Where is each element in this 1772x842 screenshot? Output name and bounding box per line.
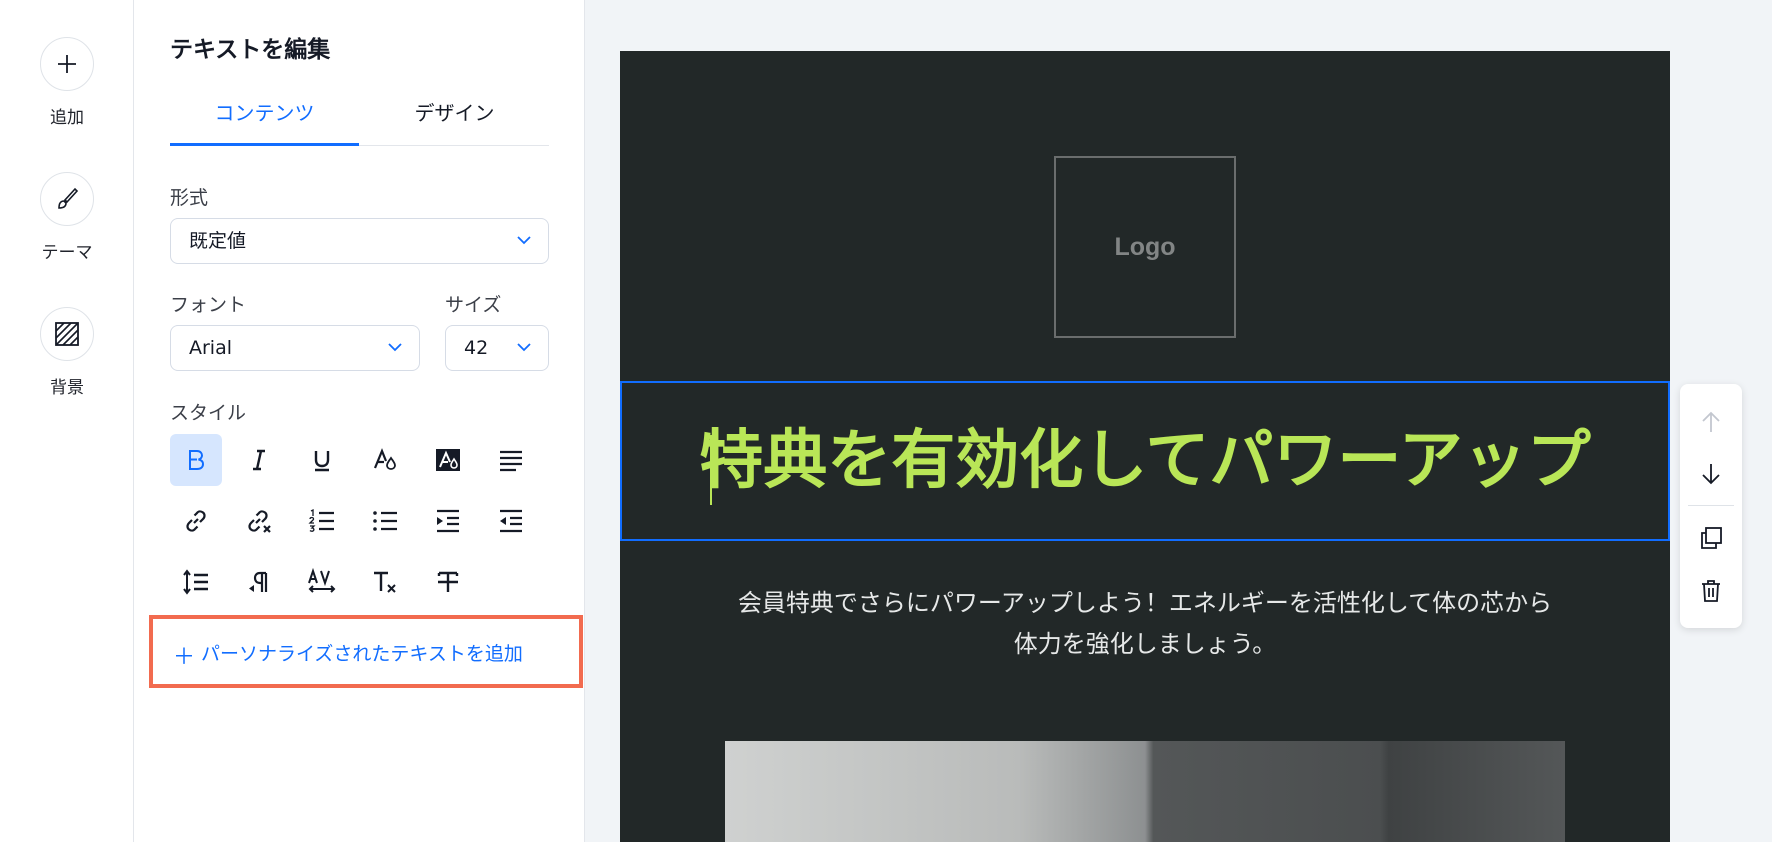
plus-icon: ＋ [173,645,196,670]
arrow-up-icon [1702,411,1720,432]
headline[interactable]: 特典を有効化してパワーアップ [622,383,1668,539]
move-up-button[interactable] [1680,396,1742,450]
align-icon [500,450,522,472]
style-label: スタイル [170,402,247,424]
highlight-color-icon [436,449,460,471]
strikethrough-icon [437,571,459,592]
font-label: フォント [170,294,247,316]
brush-icon [58,187,79,209]
chevron-down-icon [517,343,531,352]
add-personalized-text-button[interactable]: ＋ パーソナライズされたテキストを追加 [149,615,583,688]
format-label: 形式 [170,187,209,209]
arrow-down-icon [1702,464,1720,485]
outdent-button[interactable] [485,495,537,547]
logo-placeholder[interactable]: Logo [1054,156,1236,338]
background-button[interactable] [40,307,94,361]
add-button[interactable] [40,37,94,91]
background-hatch-icon [55,322,79,346]
text-color-button[interactable] [359,434,411,486]
letter-spacing-icon [308,567,336,593]
body-text-line-1: 会員特典でさらにパワーアップしよう！エネルギーを活性化して体の芯から [737,589,1553,617]
theme-button[interactable] [40,172,94,226]
numbered-list-button[interactable] [296,495,348,547]
letter-spacing-button[interactable] [296,556,348,608]
trash-icon [1702,580,1720,602]
headline-text-block[interactable]: 特典を有効化してパワーアップ [620,381,1670,541]
duplicate-icon [1701,527,1722,549]
link-button[interactable] [170,495,222,547]
link-icon [186,510,206,532]
rail-label-background: 背景 [50,378,84,398]
text-direction-button[interactable] [233,556,285,608]
font-select[interactable]: Arial [170,325,420,371]
indent-button[interactable] [422,495,474,547]
tab-design[interactable]: デザイン [360,96,549,146]
unlink-icon [248,510,271,533]
hero-image[interactable] [725,741,1565,842]
size-label: サイズ [445,294,502,316]
font-select-value: Arial [189,337,233,359]
left-rail: 追加 テーマ 背景 [0,0,134,842]
underline-icon [314,451,330,472]
clear-format-button[interactable] [359,556,411,608]
strikethrough-button[interactable] [422,556,474,608]
text-cursor [710,435,712,505]
panel-title: テキストを編集 [170,37,331,63]
tab-content[interactable]: コンテンツ [170,96,359,146]
rail-item-add[interactable]: 追加 [0,37,134,128]
panel-tabs: コンテンツ デザイン [170,96,549,146]
rail-item-theme[interactable]: テーマ [0,172,134,263]
rail-label-theme: テーマ [41,243,93,263]
underline-button[interactable] [296,434,348,486]
size-select[interactable]: 42 [445,325,549,371]
format-select[interactable]: 既定値 [170,218,549,264]
duplicate-button[interactable] [1680,511,1742,565]
text-direction-icon [249,571,268,592]
outdent-icon [500,509,522,533]
move-down-button[interactable] [1680,446,1742,500]
rail-item-background[interactable]: 背景 [0,307,134,398]
size-select-value: 42 [464,337,489,359]
body-text-line-2: 体力を強化しましょう。 [1013,630,1277,658]
text-color-icon [373,448,396,470]
format-select-value: 既定値 [189,230,247,252]
bold-button[interactable] [170,434,222,486]
chevron-down-icon [517,236,531,245]
email-canvas: Logo 特典を有効化してパワーアップ 会員特典でさらにパワーアップしよう！エネ… [620,51,1670,842]
clear-format-icon [374,571,396,593]
edit-text-panel: テキストを編集 コンテンツ デザイン 形式 既定値 フォント Arial サイズ… [134,0,585,842]
add-personalized-text-label: パーソナライズされたテキストを追加 [201,643,523,665]
line-height-button[interactable] [170,556,222,608]
indent-icon [437,509,459,533]
align-button[interactable] [485,434,537,486]
bulleted-list-button[interactable] [359,495,411,547]
italic-icon [253,449,265,471]
rail-label-add: 追加 [50,108,84,128]
toolbar-divider [1688,505,1734,506]
chevron-down-icon [388,343,402,352]
line-height-icon [183,569,208,595]
unlink-button[interactable] [233,495,285,547]
bold-icon [189,450,205,470]
highlight-color-button[interactable] [422,434,474,486]
logo-text: Logo [1114,232,1176,261]
bulleted-list-icon [373,511,397,531]
plus-icon [58,55,76,73]
delete-button[interactable] [1680,564,1742,618]
numbered-list-icon [308,508,334,532]
block-toolbar [1680,384,1742,628]
body-text-block[interactable]: 会員特典でさらにパワーアップしよう！エネルギーを活性化して体の芯から 体力を強化… [700,583,1590,665]
italic-button[interactable] [233,434,285,486]
